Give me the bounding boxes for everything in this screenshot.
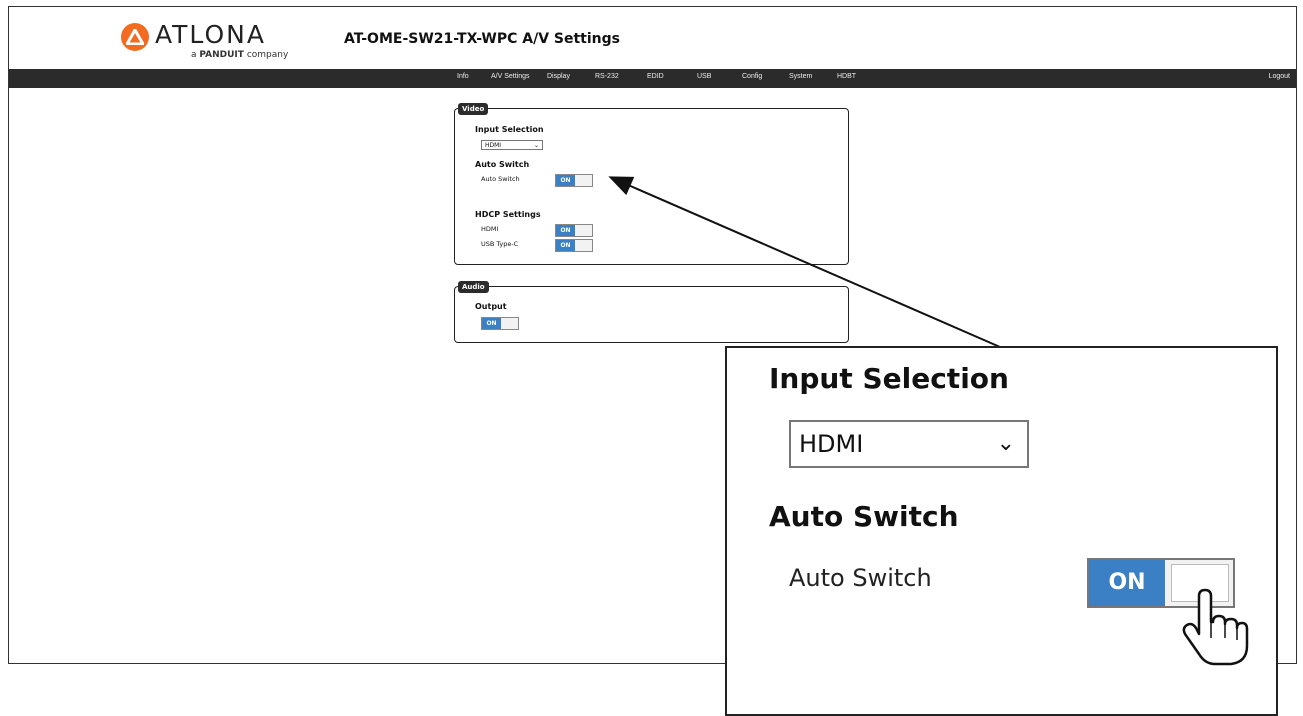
logo-sub-prefix: a (191, 50, 197, 60)
zoom-input-selection-value: HDMI (799, 430, 864, 458)
zoom-callout: Input Selection HDMI ⌄ Auto Switch Auto … (725, 346, 1278, 716)
auto-switch-toggle-state: ON (556, 175, 575, 186)
nav-item-usb[interactable]: USB (697, 73, 711, 80)
hdcp-usbc-label: USB Type-C (481, 240, 519, 248)
output-heading: Output (475, 302, 507, 311)
auto-switch-toggle[interactable]: ON (555, 174, 593, 187)
zoom-input-selection-select[interactable]: HDMI ⌄ (789, 420, 1029, 468)
chevron-down-icon: ⌄ (533, 142, 539, 149)
zoom-auto-switch-label: Auto Switch (789, 564, 932, 592)
nav-item-display[interactable]: Display (547, 73, 570, 80)
logo-sub-suffix: company (246, 50, 289, 60)
hdcp-usbc-toggle[interactable]: ON (555, 239, 593, 252)
chevron-down-icon: ⌄ (996, 431, 1015, 456)
audio-panel: Audio Output ON (454, 281, 849, 343)
hdcp-settings-heading: HDCP Settings (475, 210, 541, 219)
logo-mark-icon (121, 23, 149, 51)
audio-output-toggle[interactable]: ON (481, 317, 519, 330)
hand-pointer-icon (1182, 588, 1249, 666)
header: ATLONA a PANDUIT company AT-OME-SW21-TX-… (9, 7, 1296, 69)
input-selection-value: HDMI (485, 142, 502, 149)
video-legend: Video (458, 103, 489, 115)
zoom-input-selection-heading: Input Selection (769, 362, 1009, 395)
audio-legend: Audio (458, 281, 489, 293)
hdcp-hdmi-label: HDMI (481, 225, 499, 233)
nav-bar: Info A/V Settings Display RS-232 EDID US… (9, 69, 1296, 88)
auto-switch-heading: Auto Switch (475, 160, 530, 169)
nav-item-av-settings[interactable]: A/V Settings (491, 73, 530, 80)
logout-link[interactable]: Logout (1269, 73, 1290, 80)
logo-sub-brand: PANDUIT (199, 50, 244, 60)
input-selection-heading: Input Selection (475, 125, 544, 134)
hdcp-hdmi-toggle[interactable]: ON (555, 224, 593, 237)
input-selection-select[interactable]: HDMI ⌄ (481, 140, 543, 150)
page-title: AT-OME-SW21-TX-WPC A/V Settings (344, 31, 620, 47)
nav-item-rs232[interactable]: RS-232 (595, 73, 619, 80)
atlona-logo: ATLONA a PANDUIT company (121, 20, 291, 63)
hdcp-hdmi-toggle-state: ON (556, 225, 575, 236)
nav-item-system[interactable]: System (789, 73, 812, 80)
auto-switch-label: Auto Switch (481, 175, 520, 183)
logo-subtitle: a PANDUIT company (191, 50, 288, 60)
zoom-auto-switch-heading: Auto Switch (769, 500, 959, 533)
audio-output-toggle-state: ON (482, 318, 501, 329)
video-panel: Video Input Selection HDMI ⌄ Auto Switch… (454, 103, 849, 265)
nav-item-edid[interactable]: EDID (647, 73, 664, 80)
nav-item-info[interactable]: Info (457, 73, 469, 80)
nav-item-hdbt[interactable]: HDBT (837, 73, 856, 80)
logo-text: ATLONA (155, 20, 266, 49)
zoom-auto-switch-toggle-state: ON (1089, 560, 1165, 606)
nav-item-config[interactable]: Config (742, 73, 762, 80)
hdcp-usbc-toggle-state: ON (556, 240, 575, 251)
